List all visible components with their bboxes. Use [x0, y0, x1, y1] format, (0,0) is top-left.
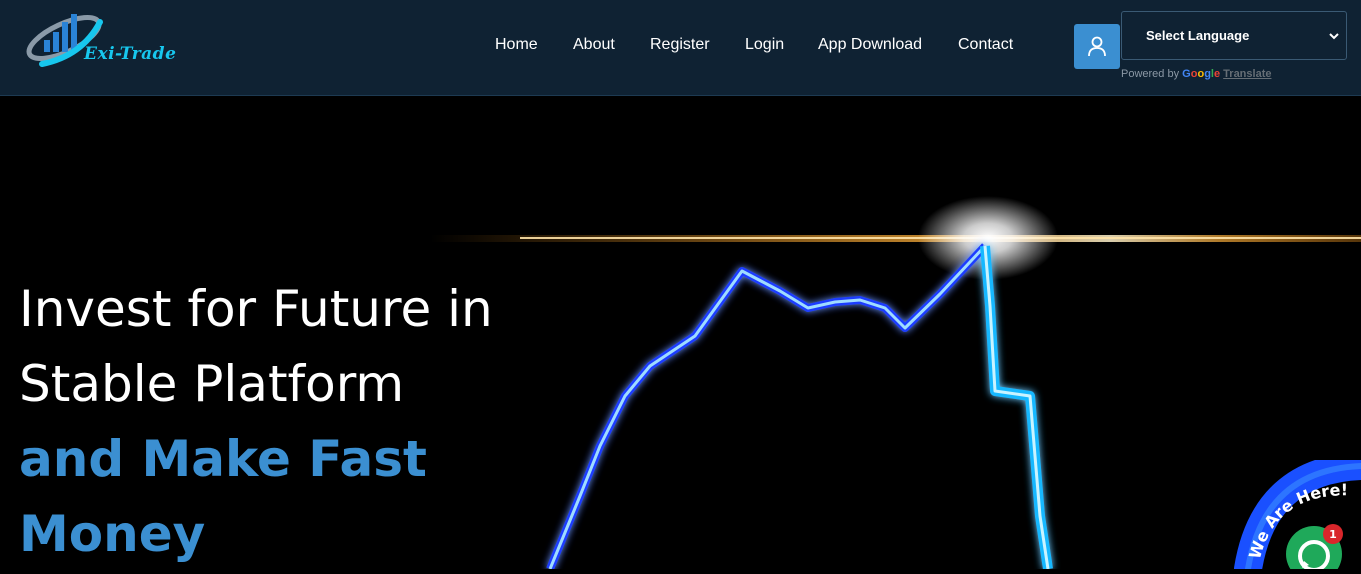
hero-line-4: Money	[19, 505, 206, 563]
translate-link[interactable]: Translate	[1223, 68, 1271, 80]
nav-contact[interactable]: Contact	[958, 36, 1013, 54]
chevron-down-icon	[1329, 33, 1339, 40]
chat-unread-count: 1	[1329, 528, 1337, 541]
brand-name: Exi-Trade	[84, 44, 177, 64]
nav-home[interactable]: Home	[495, 36, 538, 54]
nav-login[interactable]: Login	[745, 36, 784, 54]
google-logo: Google	[1182, 68, 1221, 80]
nav-app-download[interactable]: App Download	[818, 36, 922, 54]
nav-register[interactable]: Register	[650, 36, 710, 54]
nav-about[interactable]: About	[573, 36, 615, 54]
hero-line-3: and Make Fast	[19, 430, 427, 488]
chat-badge: We Are Here! 1	[1234, 452, 1361, 574]
hero-section: Invest for Future in Stable Platform and…	[0, 96, 1361, 569]
brand-logo[interactable]: Exi-Trade	[22, 8, 192, 68]
powered-by-text: Powered by	[1121, 68, 1180, 80]
language-select-value: Select Language	[1146, 28, 1250, 43]
user-icon	[1088, 36, 1106, 57]
chat-widget[interactable]: We Are Here! 1	[1230, 452, 1361, 574]
hero-line-1: Invest for Future in	[19, 280, 493, 338]
user-account-button[interactable]	[1074, 24, 1120, 69]
language-select[interactable]: Select Language	[1121, 11, 1347, 60]
hero-line-2: Stable Platform	[19, 355, 405, 413]
site-header: Exi-Trade Home About Register Login App …	[0, 0, 1361, 96]
hero-headline: Invest for Future in Stable Platform and…	[19, 272, 493, 569]
google-translate-attribution: Powered by Google Translate	[1121, 68, 1271, 80]
